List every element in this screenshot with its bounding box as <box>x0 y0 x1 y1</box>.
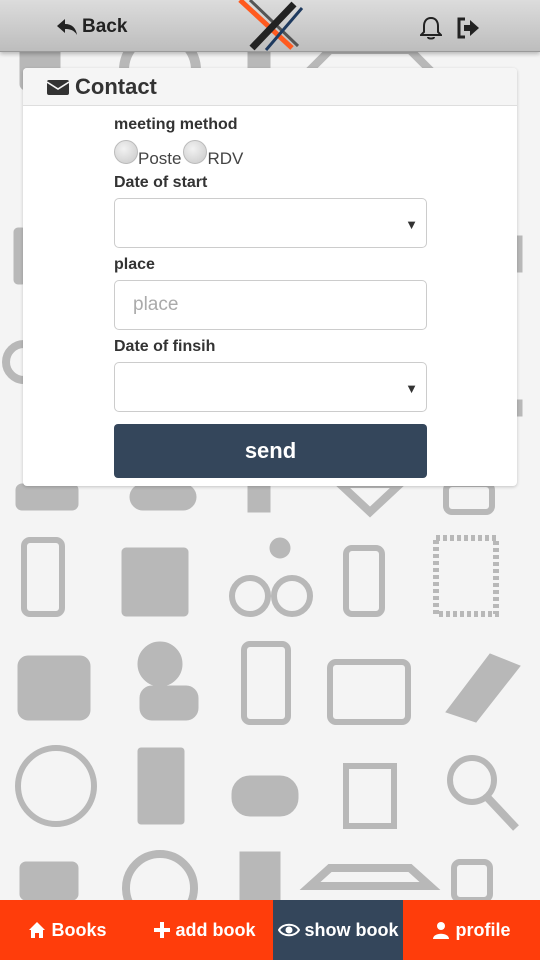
gamepad-icon <box>231 775 299 817</box>
reply-icon <box>57 19 77 35</box>
nav-profile[interactable]: profile <box>403 900 540 960</box>
card-title: Contact <box>75 73 157 99</box>
logo <box>238 0 304 51</box>
place-input[interactable] <box>115 281 426 329</box>
book-icon <box>19 861 79 901</box>
books-icon <box>121 547 189 617</box>
finish-date-label: Date of finsih <box>114 338 216 355</box>
caret-down-icon: ▼ <box>405 217 418 232</box>
place-label: place <box>114 256 155 273</box>
contact-card: Contact meeting method Poste RDV Date of… <box>23 68 517 486</box>
radio-poste-label: Poste <box>138 149 182 168</box>
book-icon <box>15 483 79 511</box>
contact-form: meeting method Poste RDV Date of start ▼… <box>114 114 427 478</box>
smartphone-icon <box>241 641 291 725</box>
nav-books[interactable]: Books <box>0 900 135 960</box>
radio-rdv-label: RDV <box>207 149 244 168</box>
top-bar: Back <box>0 0 540 52</box>
start-date-select[interactable]: ▼ <box>114 198 427 248</box>
start-date-label: Date of start <box>114 174 208 191</box>
nav-add-book[interactable]: add book <box>135 900 273 960</box>
logout-icon[interactable] <box>456 17 480 39</box>
phone-icon <box>451 859 493 903</box>
gameboy-icon <box>327 659 411 725</box>
plus-icon <box>153 922 170 938</box>
cellphone-icon <box>343 545 385 617</box>
nav-show-book-label: show book <box>304 919 399 940</box>
nav-add-book-label: add book <box>175 919 256 940</box>
rook-icon <box>137 747 185 825</box>
caret-down-icon: ▼ <box>405 381 418 396</box>
weights-icon <box>239 851 281 901</box>
book-tilt-icon <box>445 653 521 723</box>
tablet-icon <box>443 481 495 515</box>
card-header: Contact <box>23 68 517 106</box>
send-label: send <box>244 438 297 463</box>
home-icon <box>29 922 46 938</box>
meeting-method-options: Poste RDV <box>114 140 427 172</box>
soccer-ball-icon <box>15 745 97 827</box>
user-icon <box>433 922 450 939</box>
nav-show-book[interactable]: show book <box>273 900 403 960</box>
figure-icon <box>247 483 271 513</box>
bicycle-icon <box>229 575 271 617</box>
muscle-icon <box>137 641 183 687</box>
chest-icon <box>17 655 91 721</box>
send-button[interactable]: send <box>114 424 427 478</box>
phone-icon <box>21 537 65 617</box>
radio-poste[interactable] <box>114 140 138 164</box>
bell-icon[interactable] <box>420 16 442 40</box>
envelope-icon <box>47 79 69 95</box>
book-closed-icon <box>343 763 397 829</box>
diamond-icon <box>329 480 411 518</box>
stamp-icon <box>433 535 499 617</box>
finish-date-select[interactable]: ▼ <box>114 362 427 412</box>
back-button[interactable]: Back <box>56 14 127 40</box>
bottom-nav: Books add book show book profile <box>0 900 540 960</box>
place-field <box>114 280 427 330</box>
nav-books-label: Books <box>51 919 107 940</box>
radio-rdv[interactable] <box>183 140 208 164</box>
diamond-icon <box>299 864 441 890</box>
back-label: Back <box>82 16 128 37</box>
nav-profile-label: profile <box>455 919 511 940</box>
robot-icon <box>129 483 197 511</box>
meeting-method-label: meeting method <box>114 116 238 133</box>
eye-icon <box>277 923 300 937</box>
